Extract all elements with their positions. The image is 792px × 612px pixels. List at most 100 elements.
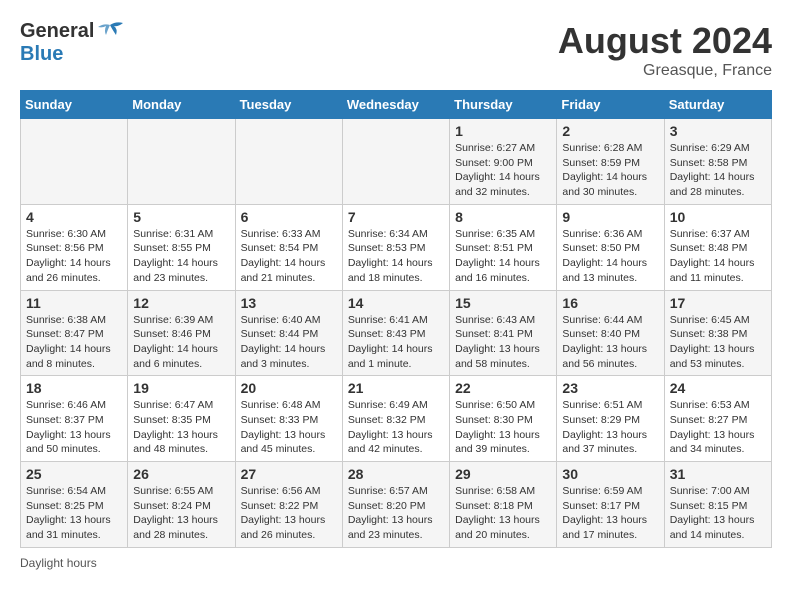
day-info: Sunrise: 6:55 AM Sunset: 8:24 PM Dayligh… — [133, 484, 229, 543]
header-day-friday: Friday — [557, 91, 664, 119]
day-number: 18 — [26, 380, 122, 396]
day-info: Sunrise: 6:34 AM Sunset: 8:53 PM Dayligh… — [348, 227, 444, 286]
day-cell: 31 Sunrise: 7:00 AM Sunset: 8:15 PM Dayli… — [664, 462, 771, 548]
day-info: Sunrise: 6:56 AM Sunset: 8:22 PM Dayligh… — [241, 484, 337, 543]
day-cell: 11Sunrise: 6:38 AM Sunset: 8:47 PM Dayli… — [21, 290, 128, 376]
day-number: 12 — [133, 295, 229, 311]
day-number: 1 — [455, 123, 551, 139]
day-number: 14 — [348, 295, 444, 311]
day-info: Sunrise: 6:47 AM Sunset: 8:35 PM Dayligh… — [133, 398, 229, 457]
day-number: 17 — [670, 295, 766, 311]
day-number: 8 — [455, 209, 551, 225]
day-number: 31 — [670, 466, 766, 482]
day-info: Sunrise: 6:41 AM Sunset: 8:43 PM Dayligh… — [348, 313, 444, 372]
day-cell: 16 Sunrise: 6:44 AM Sunset: 8:40 PM Dayli… — [557, 290, 664, 376]
day-cell: 13Sunrise: 6:40 AM Sunset: 8:44 PM Dayli… — [235, 290, 342, 376]
day-number: 5 — [133, 209, 229, 225]
day-number: 28 — [348, 466, 444, 482]
day-number: 19 — [133, 380, 229, 396]
day-cell: 18 Sunrise: 6:46 AM Sunset: 8:37 PM Dayli… — [21, 376, 128, 462]
day-number: 29 — [455, 466, 551, 482]
day-number: 25 — [26, 466, 122, 482]
day-info: Sunrise: 6:46 AM Sunset: 8:37 PM Dayligh… — [26, 398, 122, 457]
day-info: Sunrise: 7:00 AM Sunset: 8:15 PM Dayligh… — [670, 484, 766, 543]
day-info: Sunrise: 6:44 AM Sunset: 8:40 PM Dayligh… — [562, 313, 658, 372]
header-day-thursday: Thursday — [450, 91, 557, 119]
day-number: 2 — [562, 123, 658, 139]
logo-blue-text: Blue — [20, 43, 124, 66]
day-cell: 23 Sunrise: 6:51 AM Sunset: 8:29 PM Dayli… — [557, 376, 664, 462]
day-info: Sunrise: 6:50 AM Sunset: 8:30 PM Dayligh… — [455, 398, 551, 457]
day-cell: 14 Sunrise: 6:41 AM Sunset: 8:43 PM Dayli… — [342, 290, 449, 376]
day-info: Sunrise: 6:35 AM Sunset: 8:51 PM Dayligh… — [455, 227, 551, 286]
daylight-label: Daylight hours — [20, 556, 97, 570]
week-row-4: 18 Sunrise: 6:46 AM Sunset: 8:37 PM Dayli… — [21, 376, 772, 462]
header-day-sunday: Sunday — [21, 91, 128, 119]
day-info: Sunrise: 6:58 AM Sunset: 8:18 PM Dayligh… — [455, 484, 551, 543]
day-cell — [128, 119, 235, 205]
day-number: 21 — [348, 380, 444, 396]
day-info: Sunrise: 6:29 AM Sunset: 8:58 PM Dayligh… — [670, 141, 766, 200]
location-subtitle: Greasque, France — [558, 62, 772, 80]
month-title: August 2024 — [558, 20, 772, 62]
day-info: Sunrise: 6:53 AM Sunset: 8:27 PM Dayligh… — [670, 398, 766, 457]
day-info: Sunrise: 6:36 AM Sunset: 8:50 PM Dayligh… — [562, 227, 658, 286]
day-number: 13 — [241, 295, 337, 311]
day-cell: 15 Sunrise: 6:43 AM Sunset: 8:41 PM Dayli… — [450, 290, 557, 376]
day-cell: 19 Sunrise: 6:47 AM Sunset: 8:35 PM Dayli… — [128, 376, 235, 462]
day-number: 16 — [562, 295, 658, 311]
day-number: 30 — [562, 466, 658, 482]
day-cell: 8 Sunrise: 6:35 AM Sunset: 8:51 PM Daylig… — [450, 204, 557, 290]
day-cell: 17 Sunrise: 6:45 AM Sunset: 8:38 PM Dayli… — [664, 290, 771, 376]
day-number: 15 — [455, 295, 551, 311]
header-day-monday: Monday — [128, 91, 235, 119]
day-number: 23 — [562, 380, 658, 396]
day-cell: 20Sunrise: 6:48 AM Sunset: 8:33 PM Dayli… — [235, 376, 342, 462]
day-number: 10 — [670, 209, 766, 225]
week-row-5: 25 Sunrise: 6:54 AM Sunset: 8:25 PM Dayli… — [21, 462, 772, 548]
logo: General Blue — [20, 20, 124, 66]
day-info: Sunrise: 6:43 AM Sunset: 8:41 PM Dayligh… — [455, 313, 551, 372]
day-cell: 1 Sunrise: 6:27 AM Sunset: 9:00 PM Daylig… — [450, 119, 557, 205]
day-cell: 26 Sunrise: 6:55 AM Sunset: 8:24 PM Dayli… — [128, 462, 235, 548]
logo-text: General Blue — [20, 20, 124, 66]
day-cell: 12 Sunrise: 6:39 AM Sunset: 8:46 PM Dayli… — [128, 290, 235, 376]
day-cell: 25 Sunrise: 6:54 AM Sunset: 8:25 PM Dayli… — [21, 462, 128, 548]
day-info: Sunrise: 6:54 AM Sunset: 8:25 PM Dayligh… — [26, 484, 122, 543]
day-info: Sunrise: 6:38 AM Sunset: 8:47 PM Dayligh… — [26, 313, 122, 372]
day-number: 4 — [26, 209, 122, 225]
day-number: 26 — [133, 466, 229, 482]
day-number: 3 — [670, 123, 766, 139]
title-block: August 2024 Greasque, France — [558, 20, 772, 80]
logo-bird-icon — [96, 21, 124, 43]
week-row-1: 1 Sunrise: 6:27 AM Sunset: 9:00 PM Daylig… — [21, 119, 772, 205]
day-cell: 5 Sunrise: 6:31 AM Sunset: 8:55 PM Daylig… — [128, 204, 235, 290]
week-row-2: 4Sunrise: 6:30 AM Sunset: 8:56 PM Daylig… — [21, 204, 772, 290]
calendar-body: 1 Sunrise: 6:27 AM Sunset: 9:00 PM Daylig… — [21, 119, 772, 548]
header-day-tuesday: Tuesday — [235, 91, 342, 119]
day-cell: 9Sunrise: 6:36 AM Sunset: 8:50 PM Daylig… — [557, 204, 664, 290]
day-cell: 21Sunrise: 6:49 AM Sunset: 8:32 PM Dayli… — [342, 376, 449, 462]
day-number: 20 — [241, 380, 337, 396]
day-cell: 30Sunrise: 6:59 AM Sunset: 8:17 PM Dayli… — [557, 462, 664, 548]
day-info: Sunrise: 6:57 AM Sunset: 8:20 PM Dayligh… — [348, 484, 444, 543]
day-cell: 29 Sunrise: 6:58 AM Sunset: 8:18 PM Dayli… — [450, 462, 557, 548]
day-cell: 27Sunrise: 6:56 AM Sunset: 8:22 PM Dayli… — [235, 462, 342, 548]
calendar-table: SundayMondayTuesdayWednesdayThursdayFrid… — [20, 90, 772, 548]
day-info: Sunrise: 6:39 AM Sunset: 8:46 PM Dayligh… — [133, 313, 229, 372]
week-row-3: 11Sunrise: 6:38 AM Sunset: 8:47 PM Dayli… — [21, 290, 772, 376]
day-info: Sunrise: 6:45 AM Sunset: 8:38 PM Dayligh… — [670, 313, 766, 372]
day-info: Sunrise: 6:28 AM Sunset: 8:59 PM Dayligh… — [562, 141, 658, 200]
day-cell — [342, 119, 449, 205]
day-cell: 22Sunrise: 6:50 AM Sunset: 8:30 PM Dayli… — [450, 376, 557, 462]
day-info: Sunrise: 6:31 AM Sunset: 8:55 PM Dayligh… — [133, 227, 229, 286]
day-info: Sunrise: 6:33 AM Sunset: 8:54 PM Dayligh… — [241, 227, 337, 286]
header-row: SundayMondayTuesdayWednesdayThursdayFrid… — [21, 91, 772, 119]
day-cell: 10Sunrise: 6:37 AM Sunset: 8:48 PM Dayli… — [664, 204, 771, 290]
day-cell: 28 Sunrise: 6:57 AM Sunset: 8:20 PM Dayli… — [342, 462, 449, 548]
day-info: Sunrise: 6:27 AM Sunset: 9:00 PM Dayligh… — [455, 141, 551, 200]
header-day-saturday: Saturday — [664, 91, 771, 119]
day-info: Sunrise: 6:51 AM Sunset: 8:29 PM Dayligh… — [562, 398, 658, 457]
day-number: 7 — [348, 209, 444, 225]
page-header: General Blue August 2024 Greasque, Franc… — [20, 20, 772, 80]
